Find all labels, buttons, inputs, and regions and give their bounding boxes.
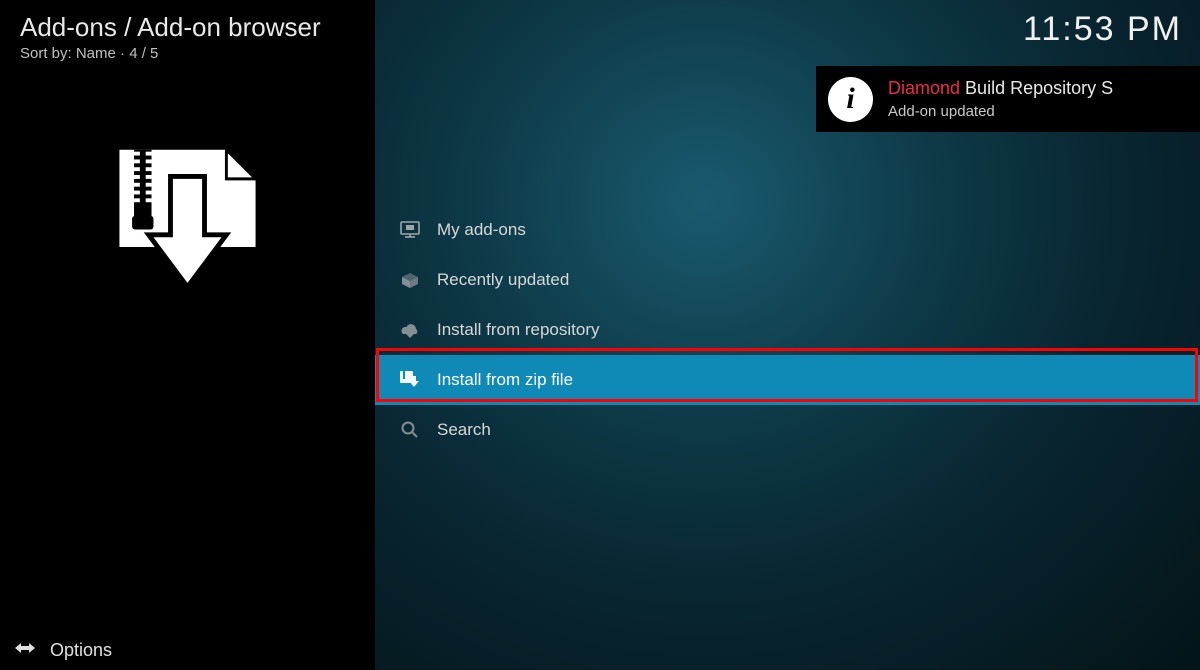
- menu-item-my-addons[interactable]: My add-ons: [375, 205, 1200, 255]
- notification-subtitle: Add-on updated: [888, 103, 1113, 120]
- box-open-icon: [395, 270, 425, 290]
- monitor-icon: [395, 221, 425, 239]
- options-button[interactable]: Options: [14, 639, 112, 662]
- menu-item-label: Search: [437, 420, 491, 440]
- notification-title: Diamond Build Repository S: [888, 78, 1113, 99]
- menu-item-label: Recently updated: [437, 270, 569, 290]
- sort-label: Sort by: Name: [20, 45, 116, 62]
- breadcrumb: Add-ons / Add-on browser: [20, 12, 321, 43]
- menu-item-label: My add-ons: [437, 220, 526, 240]
- info-icon: i: [828, 77, 873, 122]
- arrows-horizontal-icon: [14, 639, 36, 662]
- search-icon: [395, 421, 425, 439]
- zip-download-large-icon: [100, 140, 275, 320]
- menu-item-search[interactable]: Search: [375, 405, 1200, 455]
- menu-item-recently-updated[interactable]: Recently updated: [375, 255, 1200, 305]
- menu-list: My add-ons Recently updated: [375, 205, 1200, 455]
- cloud-download-icon: [395, 321, 425, 339]
- menu-item-install-from-zip[interactable]: Install from zip file: [375, 355, 1200, 405]
- clock: 11:53 PM: [1023, 10, 1182, 49]
- notification-toast: i Diamond Build Repository S Add-on upda…: [816, 66, 1200, 132]
- sort-line: Sort by: Name · 4 / 5: [20, 45, 158, 62]
- sidebar: Add-ons / Add-on browser Sort by: Name ·…: [0, 0, 375, 670]
- menu-item-label: Install from repository: [437, 320, 600, 340]
- options-label: Options: [50, 640, 112, 661]
- menu-item-install-from-repository[interactable]: Install from repository: [375, 305, 1200, 355]
- sort-position: · 4 / 5: [116, 45, 159, 62]
- zip-download-icon: [395, 370, 425, 390]
- main-panel: 11:53 PM i Diamond Build Repository S Ad…: [375, 0, 1200, 670]
- menu-item-label: Install from zip file: [437, 370, 573, 390]
